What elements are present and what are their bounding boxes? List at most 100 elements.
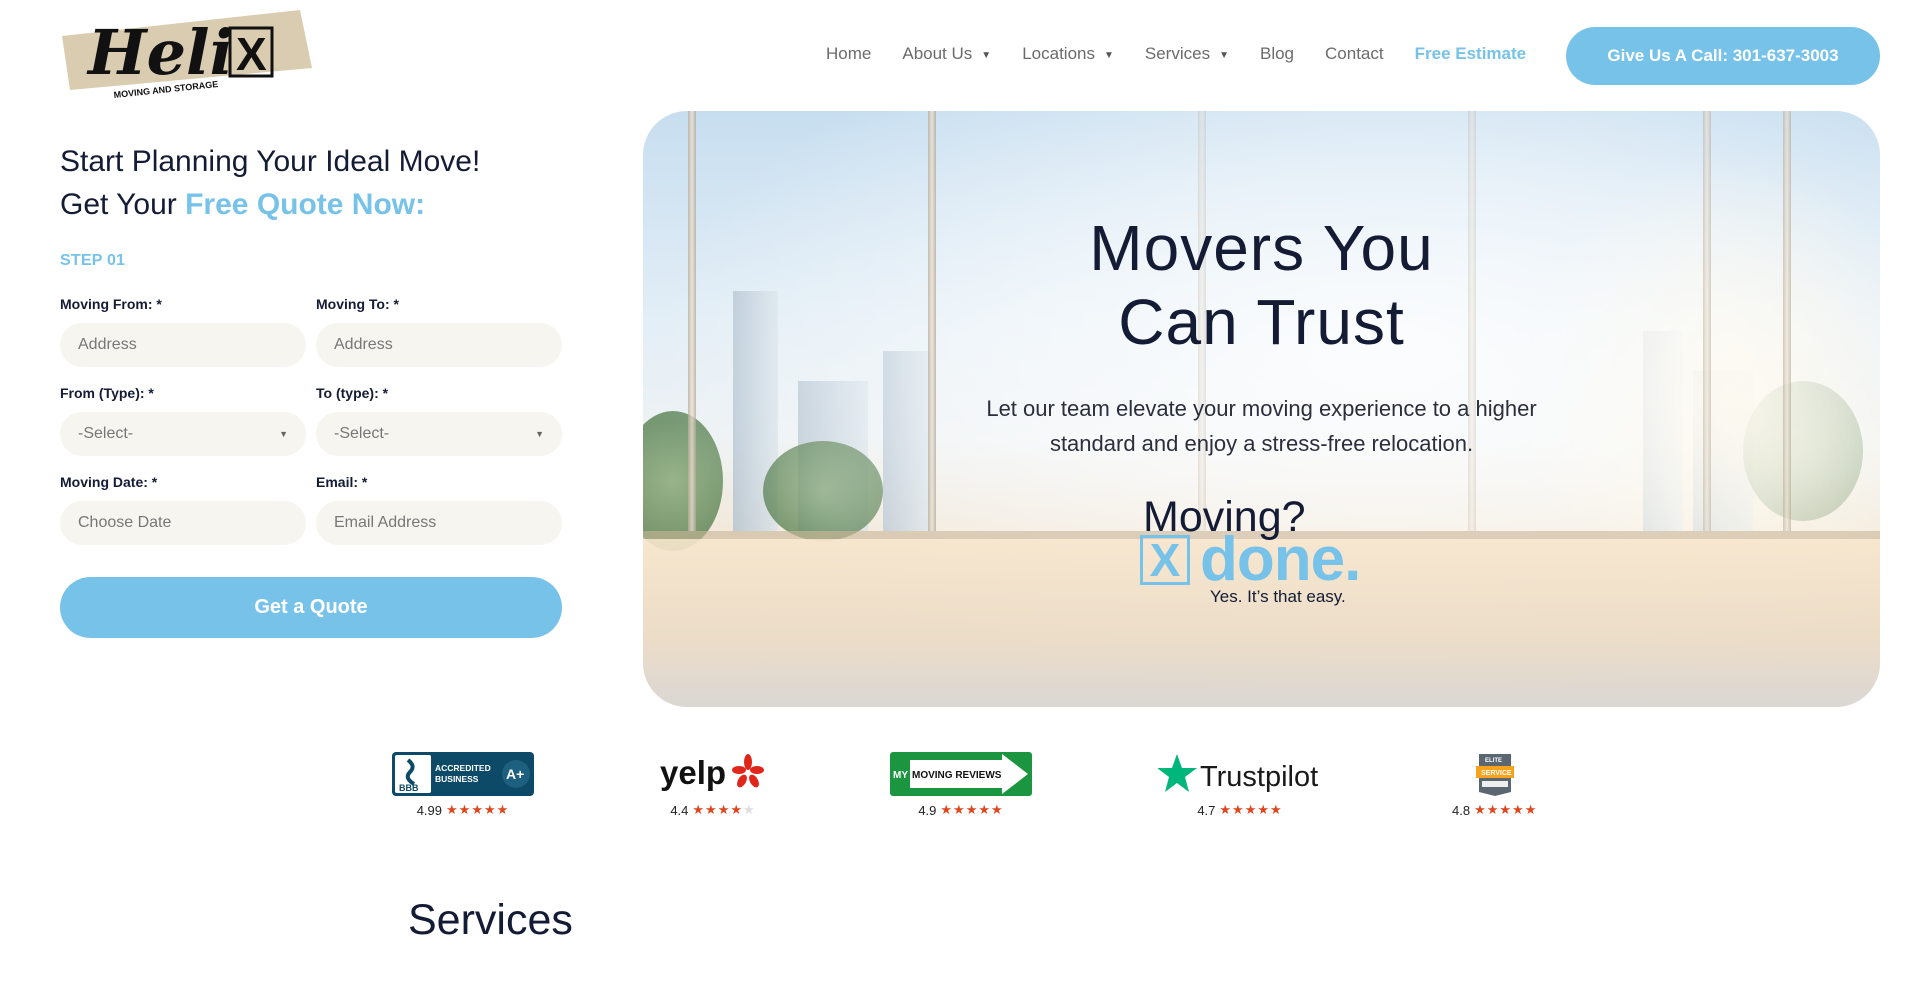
- hero-title: Movers You Can Trust: [643, 211, 1880, 359]
- nav-about-label: About Us: [902, 44, 973, 63]
- mymovingreviews-logo-icon: MY MOVING REVIEWS: [890, 752, 1032, 796]
- trustpilot-logo-icon: Trustpilot: [1158, 754, 1318, 793]
- star-rating-icon: ★★★★★: [692, 802, 756, 817]
- hero-subtitle: Let our team elevate your moving experie…: [643, 391, 1880, 461]
- hero-subtitle-line-1: Let our team elevate your moving experie…: [986, 396, 1537, 421]
- rating-value: 4.99: [416, 802, 443, 818]
- moving-date-label: Moving Date: *: [60, 474, 158, 490]
- nav-services-label: Services: [1144, 44, 1211, 63]
- moving-to-input[interactable]: Address: [316, 323, 562, 367]
- from-type-label: From (Type): *: [60, 385, 154, 401]
- hero-subtitle-line-2: standard and enjoy a stress-free relocat…: [1049, 431, 1474, 456]
- moving-date-input[interactable]: Choose Date: [60, 501, 306, 545]
- moving-date-placeholder: Choose Date: [78, 514, 172, 531]
- badge-my-moving-reviews[interactable]: MY MOVING REVIEWS 4.9 ★★★★★: [890, 752, 1032, 818]
- to-type-field: To (type): * -Select- ▼: [316, 385, 562, 456]
- nav-blog-label: Blog: [1259, 44, 1295, 63]
- nav-locations-label: Locations: [1022, 44, 1095, 63]
- nav-home[interactable]: Home: [826, 44, 871, 64]
- caret-down-icon: ▼: [1103, 50, 1114, 61]
- site-header: Heli X MOVING AND STORAGE Home About Us ▼…: [0, 0, 1920, 108]
- svg-text:MOVING REVIEWS: MOVING REVIEWS: [912, 770, 1002, 781]
- tagline-logo: Moving? X done. Yes. It’s that easy.: [1140, 495, 1400, 606]
- rating: 4.7 ★★★★★: [1197, 802, 1282, 818]
- rating: 4.99 ★★★★★: [417, 802, 510, 818]
- moving-from-input[interactable]: Address: [60, 323, 306, 367]
- rating: 4.8 ★★★★★: [1452, 802, 1537, 818]
- moving-to-field: Moving To: * Address: [316, 296, 562, 367]
- logo-brand: Heli: [86, 16, 233, 89]
- from-type-select[interactable]: -Select- ▼: [60, 412, 306, 456]
- rating-value: 4.8: [1452, 802, 1471, 818]
- heading-accent: Free Quote Now:: [185, 188, 426, 221]
- moving-from-label: Moving From: *: [60, 296, 162, 312]
- star-rating-icon: ★★★★★: [940, 802, 1004, 817]
- nav-about-us[interactable]: About Us ▼: [902, 44, 991, 64]
- svg-text:BUSINESS: BUSINESS: [435, 774, 479, 784]
- email-label: Email: *: [316, 474, 368, 490]
- from-type-field: From (Type): * -Select- ▼: [60, 385, 306, 456]
- svg-text:A+: A+: [506, 766, 524, 782]
- badge-trustpilot[interactable]: Trustpilot 4.7 ★★★★★: [1158, 752, 1322, 818]
- logo-mark: X: [236, 28, 267, 80]
- call-button[interactable]: Give Us A Call: 301-637-3003: [1566, 27, 1880, 85]
- moving-date-field: Moving Date: * Choose Date: [60, 474, 306, 545]
- hero-banner: Movers You Can Trust Let our team elevat…: [643, 111, 1880, 707]
- nav-contact-label: Contact: [1325, 44, 1384, 63]
- svg-text:BBB: BBB: [399, 783, 419, 793]
- svg-text:SERVICE: SERVICE: [1481, 770, 1512, 777]
- star-rating-icon: ★★★★★: [446, 802, 510, 817]
- nav-blog[interactable]: Blog: [1260, 44, 1294, 64]
- moving-to-label: Moving To: *: [316, 296, 399, 312]
- email-input[interactable]: Email Address: [316, 501, 562, 545]
- tagline-easy: Yes. It’s that easy.: [1210, 587, 1346, 606]
- review-badges: BBB ACCREDITED BUSINESS A+ 4.99 ★★★★★ yel…: [0, 752, 1920, 832]
- star-rating-icon: ★★★★★: [1474, 802, 1538, 817]
- quote-form: Start Planning Your Ideal Move! Get Your…: [60, 140, 570, 638]
- heading-line-1: Start Planning Your Ideal Move!: [60, 145, 481, 178]
- select-arrow-icon: ▼: [279, 429, 288, 439]
- moving-to-placeholder: Address: [334, 336, 393, 353]
- nav-contact[interactable]: Contact: [1325, 44, 1384, 64]
- hero-title-line-2: Can Trust: [1118, 286, 1405, 358]
- to-type-label: To (type): *: [316, 385, 389, 401]
- nav-free-estimate[interactable]: Free Estimate: [1415, 44, 1527, 64]
- rating: 4.4 ★★★★★: [670, 802, 755, 818]
- star-rating-icon: ★★★★★: [1219, 802, 1283, 817]
- rating-value: 4.7: [1197, 802, 1216, 818]
- svg-text:ELITE: ELITE: [1485, 758, 1502, 764]
- badge-bbb[interactable]: BBB ACCREDITED BUSINESS A+ 4.99 ★★★★★: [392, 752, 534, 818]
- rating-value: 4.9: [918, 802, 937, 818]
- yelp-logo-icon: yelp: [660, 754, 764, 791]
- caret-down-icon: ▼: [981, 50, 992, 61]
- checkbox-x-icon: X: [1140, 534, 1190, 586]
- caret-down-icon: ▼: [1219, 50, 1229, 61]
- moving-from-placeholder: Address: [78, 336, 137, 353]
- form-heading: Start Planning Your Ideal Move! Get Your…: [60, 140, 570, 226]
- heading-line-2: Get Your: [60, 188, 186, 221]
- svg-text:yelp: yelp: [660, 754, 726, 791]
- badge-yelp[interactable]: yelp 4.4 ★★★★★: [660, 752, 766, 818]
- select-arrow-icon: ▼: [535, 429, 544, 439]
- to-type-value: -Select-: [334, 425, 390, 442]
- tagline-mark: X: [1149, 534, 1181, 586]
- from-type-value: -Select-: [78, 425, 134, 442]
- nav-locations[interactable]: Locations ▼: [1022, 44, 1114, 64]
- services-heading: Services: [408, 896, 573, 944]
- rating: 4.9 ★★★★★: [918, 802, 1003, 818]
- nav-services[interactable]: Services ▼: [1145, 44, 1229, 64]
- svg-text:Trustpilot: Trustpilot: [1200, 761, 1318, 793]
- moving-from-field: Moving From: * Address: [60, 296, 306, 367]
- elite-service-badge-icon: ELITE SERVICE: [1475, 754, 1514, 796]
- bbb-logo-icon: BBB ACCREDITED BUSINESS A+: [392, 752, 534, 796]
- to-type-select[interactable]: -Select- ▼: [316, 412, 562, 456]
- nav-home-label: Home: [826, 44, 872, 63]
- main-nav: Home About Us ▼ Locations ▼ Services ▼ Blog…: [826, 36, 1526, 72]
- helix-logo[interactable]: Heli X MOVING AND STORAGE: [60, 8, 315, 104]
- badge-elite-service[interactable]: ELITE SERVICE 4.8 ★★★★★: [1452, 752, 1537, 818]
- hero-title-line-1: Movers You: [1089, 212, 1434, 284]
- get-quote-button[interactable]: Get a Quote: [60, 577, 562, 638]
- email-field: Email: * Email Address: [316, 474, 562, 545]
- step-label: STEP 01: [60, 252, 126, 269]
- email-placeholder: Email Address: [334, 514, 437, 531]
